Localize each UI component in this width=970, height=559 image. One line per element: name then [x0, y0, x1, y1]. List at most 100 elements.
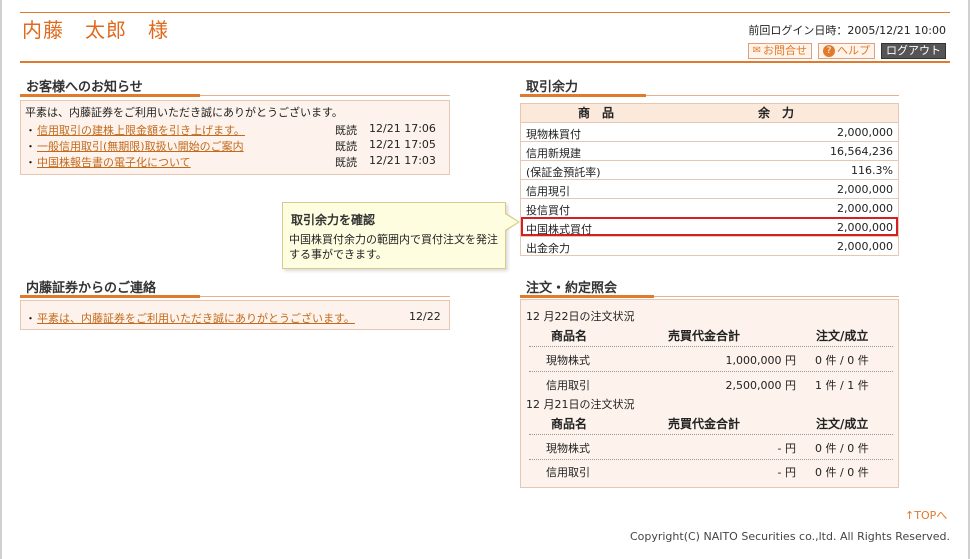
top-link[interactable]: ↑TOPへ: [905, 507, 947, 523]
balance-value: 2,000,000: [837, 183, 893, 196]
order-total: 2,500,000 円: [725, 379, 796, 392]
order-product: 現物株式: [546, 354, 590, 367]
inquiry-label: お問合せ: [763, 44, 807, 57]
notices-title: お客様へのお知らせ: [26, 80, 143, 95]
copyright: Copyright(C) NAITO Securities co.,ltd. A…: [629, 530, 950, 543]
balance-tooltip: 取引余力を確認 中国株買付余力の範囲内で買付注文を発注する事ができます。: [282, 202, 506, 269]
notice-time: 12/21 17:05: [369, 138, 436, 151]
balance-title-underline: [520, 94, 646, 97]
balance-name: 信用現引: [526, 185, 570, 198]
user-name: 内藤 太郎 様: [22, 18, 169, 42]
orders-col-total: 売買代金合計: [668, 417, 741, 431]
order-status: 0 件 / 0 件: [815, 466, 869, 479]
header-divider: [20, 61, 950, 63]
top-divider: [20, 12, 950, 13]
order-product: 現物株式: [546, 442, 590, 455]
balance-value: 16,564,236: [830, 145, 893, 158]
balance-row-highlighted[interactable]: 中国株式買付 2,000,000: [521, 217, 898, 236]
balance-col-amount: 余 力: [757, 106, 794, 120]
divider: [529, 459, 893, 460]
balance-value: 2,000,000: [837, 202, 893, 215]
notice-link[interactable]: 中国株報告書の電子化について: [37, 154, 191, 170]
contact-link[interactable]: 平素は、内藤証券をご利用いただき誠にありがとうございます。: [37, 310, 355, 326]
contact-item: ・ 平素は、内藤証券をご利用いただき誠にありがとうございます。 12/22: [25, 310, 445, 326]
order-product: 信用取引: [546, 379, 590, 392]
order-status: 0 件 / 0 件: [815, 442, 869, 455]
contact-title-rule: [200, 296, 450, 297]
help-icon: ?: [823, 45, 835, 57]
contact-panel: ・ 平素は、内藤証券をご利用いただき誠にありがとうございます。 12/22: [20, 300, 450, 330]
logout-button[interactable]: ログアウト: [881, 43, 946, 59]
notice-item: ・ 中国株報告書の電子化について 既読 12/21 17:03: [25, 154, 445, 170]
inquiry-button[interactable]: ✉ お問合せ: [747, 43, 812, 59]
tooltip-body: 中国株買付余力の範囲内で買付注文を発注する事ができます。: [289, 233, 498, 261]
notices-intro: 平素は、内藤証券をご利用いただき誠にありがとうございます。: [25, 106, 343, 119]
divider: [529, 371, 893, 372]
notice-link[interactable]: 一般信用取引(無期限)取扱い開始のご案内: [37, 138, 244, 154]
contact-title: 内藤証券からのご連絡: [26, 281, 157, 296]
orders-panel: 12 月22日の注文状況 商品名 売買代金合計 注文/成立 現物株式 1,000…: [520, 299, 899, 488]
contact-date: 12/22: [409, 310, 441, 323]
order-status: 0 件 / 0 件: [815, 354, 869, 367]
balance-table: 商 品 余 力 現物株買付 2,000,000 信用新規建 16,564,236 (…: [520, 103, 899, 256]
divider: [529, 346, 893, 347]
top-link-label: TOPへ: [914, 509, 948, 522]
tooltip-arrow-fill: [505, 214, 518, 230]
divider: [529, 434, 893, 435]
notices-title-rule: [200, 95, 450, 96]
order-total: 1,000,000 円: [725, 354, 796, 367]
notice-item: ・ 信用取引の建株上限金額を引き上げます。 既読 12/21 17:06: [25, 122, 445, 138]
orders-title-underline: [520, 295, 654, 298]
orders-col-product: 商品名: [551, 329, 588, 343]
order-day-date: 12 月22日の注文状況: [526, 310, 635, 323]
balance-value: 2,000,000: [837, 240, 893, 253]
balance-row: 信用新規建 16,564,236: [521, 141, 898, 160]
orders-col-status: 注文/成立: [816, 417, 869, 431]
balance-value: 2,000,000: [837, 221, 893, 234]
last-login-label: 前回ログイン日時：: [748, 24, 848, 37]
tooltip-title: 取引余力を確認: [291, 213, 376, 227]
balance-row: 信用現引 2,000,000: [521, 179, 898, 198]
balance-name: (保証金預託率): [526, 166, 601, 179]
balance-title-rule: [646, 95, 899, 96]
order-status: 1 件 / 1 件: [815, 379, 869, 392]
order-day-date: 12 月21日の注文状況: [526, 398, 635, 411]
notice-link[interactable]: 信用取引の建株上限金額を引き上げます。: [37, 122, 245, 138]
balance-value: 116.3%: [851, 164, 893, 177]
last-login-value: 2005/12/21 10:00: [847, 24, 946, 37]
orders-col-total: 売買代金合計: [668, 329, 741, 343]
notice-status: 既読: [335, 124, 357, 137]
help-label: ヘルプ: [837, 44, 870, 57]
notice-time: 12/21 17:03: [369, 154, 436, 167]
balance-value: 2,000,000: [837, 126, 893, 139]
arrow-up-icon: ↑: [905, 509, 915, 522]
notice-status: 既読: [335, 156, 357, 169]
order-total: - 円: [777, 442, 796, 455]
balance-name: 現物株買付: [526, 128, 581, 141]
bullet: ・: [25, 140, 36, 153]
balance-name: 投信買付: [526, 204, 570, 217]
mail-icon: ✉: [752, 45, 761, 56]
orders-title-rule: [654, 296, 899, 297]
balance-row: 現物株買付 2,000,000: [521, 122, 898, 141]
logout-label: ログアウト: [886, 44, 941, 57]
notice-item: ・ 一般信用取引(無期限)取扱い開始のご案内 既読 12/21 17:05: [25, 138, 445, 154]
balance-name: 信用新規建: [526, 147, 581, 160]
contact-title-underline: [20, 295, 200, 298]
header-buttons: ✉ お問合せ ? ヘルプ ログアウト: [747, 43, 946, 59]
order-product: 信用取引: [546, 466, 590, 479]
balance-name: 出金余力: [526, 242, 570, 255]
notice-time: 12/21 17:06: [369, 122, 436, 135]
balance-header-row: 商 品 余 力: [521, 104, 898, 122]
bullet: ・: [25, 124, 36, 137]
bullet: ・: [25, 312, 36, 325]
help-button[interactable]: ? ヘルプ: [818, 43, 875, 59]
notices-panel: 平素は、内藤証券をご利用いただき誠にありがとうございます。 ・ 信用取引の建株上…: [20, 100, 450, 175]
balance-name: 中国株式買付: [526, 223, 592, 236]
orders-title: 注文・約定照会: [526, 281, 618, 296]
notices-title-underline: [20, 94, 200, 97]
balance-title: 取引余力: [526, 80, 579, 95]
balance-row: (保証金預託率) 116.3%: [521, 160, 898, 179]
last-login: 前回ログイン日時：2005/12/21 10:00: [748, 22, 946, 38]
balance-row: 出金余力 2,000,000: [521, 236, 898, 255]
